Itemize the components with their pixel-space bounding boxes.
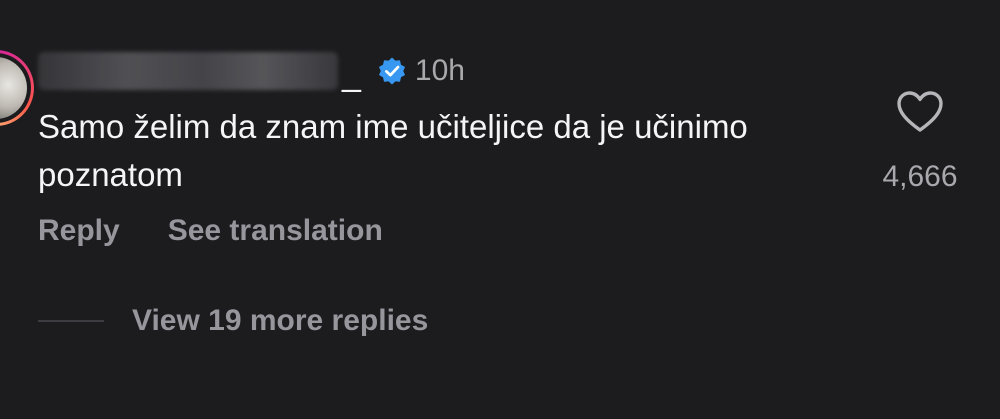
comment-body: Samo želim da znam ime učiteljice da je … bbox=[38, 108, 748, 193]
avatar-border bbox=[0, 53, 31, 123]
like-section: 4,666 bbox=[868, 90, 972, 194]
username-redacted[interactable] bbox=[38, 52, 338, 90]
verified-badge-icon bbox=[378, 57, 405, 85]
reply-button[interactable]: Reply bbox=[38, 214, 120, 248]
comment-actions: Reply See translation bbox=[38, 214, 383, 248]
heart-outline-icon[interactable] bbox=[896, 90, 944, 134]
like-count: 4,666 bbox=[882, 160, 958, 193]
see-translation-button[interactable]: See translation bbox=[168, 214, 383, 248]
comment-screen: _ 10h Samo želim da znam ime učiteljice … bbox=[0, 0, 1000, 419]
replies-divider bbox=[38, 320, 104, 322]
view-replies-label: View 19 more replies bbox=[132, 304, 429, 337]
comment-header: _ 10h bbox=[38, 48, 465, 94]
comment-timestamp: 10h bbox=[414, 54, 465, 87]
avatar[interactable] bbox=[0, 50, 34, 126]
username-suffix: _ bbox=[342, 54, 361, 93]
view-replies-button[interactable]: View 19 more replies bbox=[38, 304, 428, 338]
avatar-image bbox=[0, 57, 27, 119]
